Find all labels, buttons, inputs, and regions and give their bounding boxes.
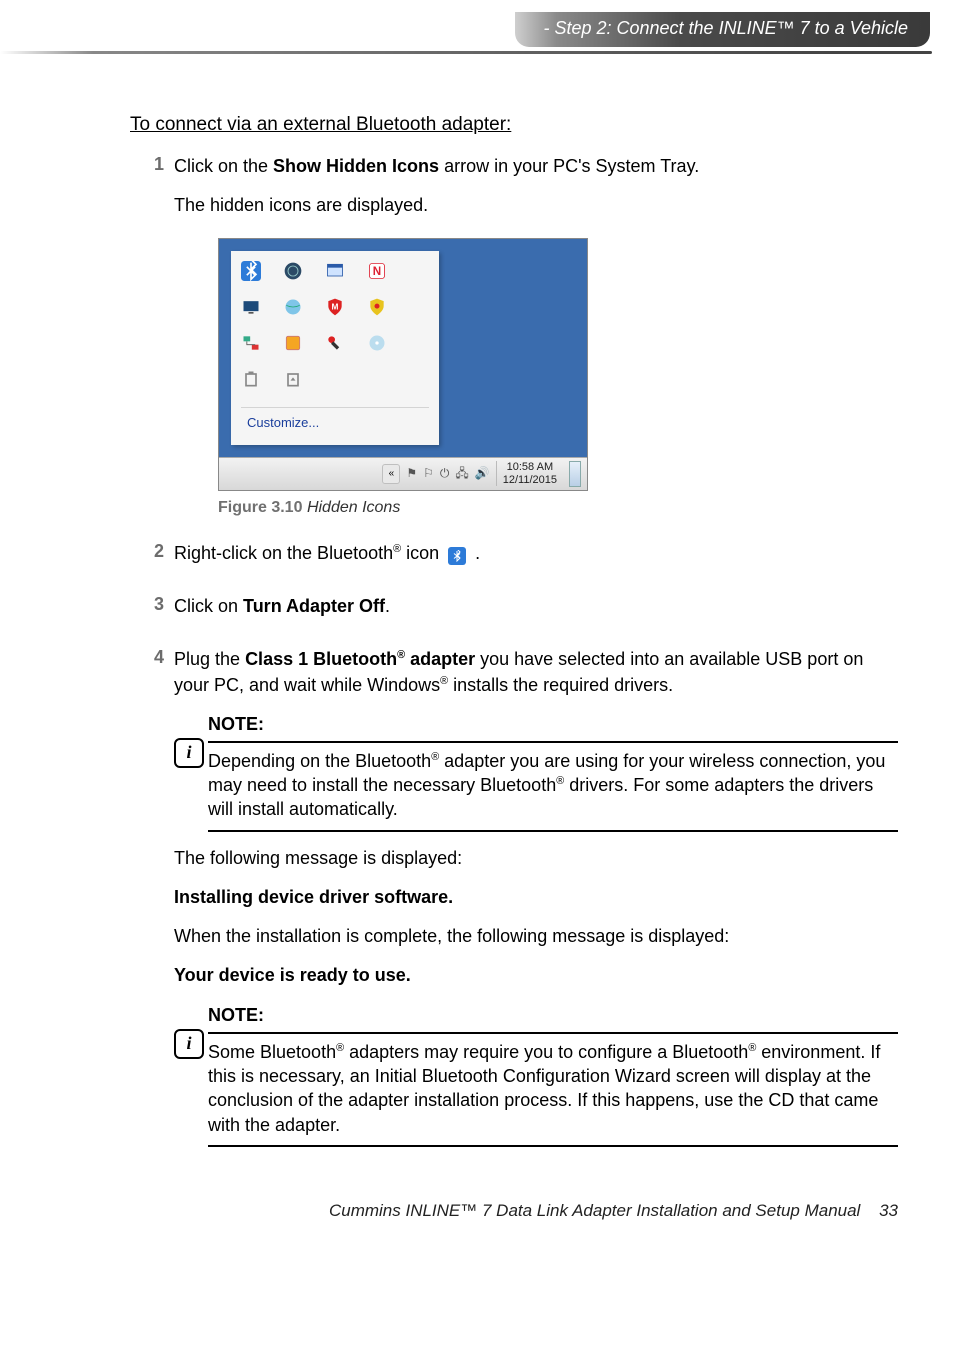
footer-title: Cummins INLINE™ 7 Data Link Adapter Inst… <box>329 1201 860 1220</box>
text: . <box>475 543 480 563</box>
volume-icon[interactable]: 🔊 <box>475 465 490 482</box>
note-block: i NOTE: Depending on the Bluetooth® adap… <box>174 712 898 832</box>
step-number: 3 <box>130 594 174 633</box>
shield-m-icon[interactable]: M <box>325 297 345 317</box>
step-body: Click on the Show Hidden Icons arrow in … <box>174 154 898 527</box>
figure-hidden-icons: N M <box>218 238 898 519</box>
bold-text: Turn Adapter Off <box>243 596 385 616</box>
text: adapters may require you to configure a … <box>344 1042 748 1062</box>
bold-text: Your device is ready to use. <box>174 963 898 988</box>
globe-dark-icon[interactable] <box>283 261 303 281</box>
text: icon <box>401 543 444 563</box>
reg-mark: ® <box>431 751 439 763</box>
text: Click on <box>174 596 243 616</box>
step-body: Click on Turn Adapter Off. <box>174 594 898 633</box>
step-number: 4 <box>130 647 174 1161</box>
step-3: 3 Click on Turn Adapter Off. <box>130 594 898 633</box>
bluetooth-icon <box>448 547 466 565</box>
page-content: To connect via an external Bluetooth ada… <box>130 114 898 1161</box>
svg-text:M: M <box>332 302 339 312</box>
eject-icon[interactable] <box>283 369 303 389</box>
action-center-icon[interactable]: ⚑ <box>406 465 417 482</box>
text: Right-click on the Bluetooth <box>174 543 393 563</box>
disc-icon[interactable] <box>367 333 387 353</box>
note-title: NOTE: <box>208 1003 898 1028</box>
page-number: 33 <box>879 1201 898 1220</box>
svg-text:N: N <box>373 266 381 279</box>
text: Depending on the Bluetooth <box>208 751 431 771</box>
step-body: Right-click on the Bluetooth® icon . <box>174 541 898 580</box>
globe-icon[interactable] <box>283 297 303 317</box>
shield-y-icon[interactable] <box>367 297 387 317</box>
text: installs the required drivers. <box>448 675 673 695</box>
tray-window: N M <box>218 238 588 490</box>
bold-text: Class 1 Bluetooth <box>245 649 397 669</box>
clock-date: 12/11/2015 <box>503 474 557 486</box>
reg-mark: ® <box>397 649 405 661</box>
note-block: i NOTE: Some Bluetooth® adapters may req… <box>174 1003 898 1147</box>
note-text: Depending on the Bluetooth® adapter you … <box>208 749 898 822</box>
section-title: To connect via an external Bluetooth ada… <box>130 114 898 136</box>
reg-mark: ® <box>393 543 401 555</box>
taskbar: « ⚑ ⚐ ⏻ 🖧 🔊 10:58 AM 12/11/2015 <box>219 457 587 490</box>
tray-desktop-area: N M <box>219 239 587 456</box>
network-icon[interactable] <box>241 333 261 353</box>
clock-time: 10:58 AM <box>503 461 557 473</box>
reg-mark: ® <box>440 675 448 687</box>
text: . <box>385 596 390 616</box>
battery-icon[interactable] <box>241 369 261 389</box>
taskbar-icons: ⚑ ⚐ ⏻ 🖧 🔊 <box>406 465 489 482</box>
letter-n-icon[interactable]: N <box>367 261 387 281</box>
note-title: NOTE: <box>208 712 898 737</box>
network-tray-icon[interactable]: 🖧 <box>455 465 468 482</box>
step-1: 1 Click on the Show Hidden Icons arrow i… <box>130 154 898 527</box>
reg-mark: ® <box>556 775 564 787</box>
bold-text: Installing device driver software. <box>174 885 898 910</box>
text: Plug the <box>174 649 245 669</box>
step-body: Plug the Class 1 Bluetooth® adapter you … <box>174 647 898 1161</box>
step-number: 2 <box>130 541 174 580</box>
customize-link[interactable]: Customize... <box>241 407 429 440</box>
text: When the installation is complete, the f… <box>174 924 898 949</box>
display-icon[interactable] <box>241 297 261 317</box>
text: The hidden icons are displayed. <box>174 193 898 218</box>
step-4: 4 Plug the Class 1 Bluetooth® adapter yo… <box>130 647 898 1161</box>
text: arrow in your PC's System Tray. <box>439 156 699 176</box>
figure-caption-text: Hidden Icons <box>307 499 400 516</box>
icon-grid: N M <box>241 261 429 397</box>
text: Click on the <box>174 156 273 176</box>
note-text: Some Bluetooth® adapters may require you… <box>208 1040 898 1137</box>
bold-text: adapter <box>405 649 475 669</box>
text: Some Bluetooth <box>208 1042 336 1062</box>
page-footer: Cummins INLINE™ 7 Data Link Adapter Inst… <box>0 1201 898 1221</box>
text: The following message is displayed: <box>174 846 898 871</box>
info-icon: i <box>174 738 204 768</box>
show-hidden-icons-button[interactable]: « <box>382 464 400 484</box>
header-rule <box>0 51 932 54</box>
header-bar: - Step 2: Connect the INLINE™ 7 to a Veh… <box>0 12 930 47</box>
flag-icon[interactable]: ⚐ <box>423 465 434 482</box>
window-icon[interactable] <box>325 261 345 281</box>
info-icon: i <box>174 1029 204 1059</box>
reg-mark: ® <box>336 1042 344 1054</box>
breadcrumb: - Step 2: Connect the INLINE™ 7 to a Veh… <box>515 12 930 47</box>
tool-icon[interactable] <box>325 333 345 353</box>
hidden-icons-panel: N M <box>231 251 439 444</box>
power-icon[interactable]: ⏻ <box>440 465 450 482</box>
taskbar-clock[interactable]: 10:58 AM 12/11/2015 <box>496 461 563 485</box>
box-o-icon[interactable] <box>283 333 303 353</box>
bluetooth-icon[interactable] <box>241 261 261 281</box>
bold-text: Show Hidden Icons <box>273 156 439 176</box>
step-number: 1 <box>130 154 174 527</box>
figure-caption: Figure 3.10 Hidden Icons <box>218 497 898 519</box>
figure-label: Figure 3.10 <box>218 499 302 516</box>
show-desktop-button[interactable] <box>569 461 581 487</box>
step-list: 1 Click on the Show Hidden Icons arrow i… <box>130 154 898 1161</box>
step-2: 2 Right-click on the Bluetooth® icon . <box>130 541 898 580</box>
